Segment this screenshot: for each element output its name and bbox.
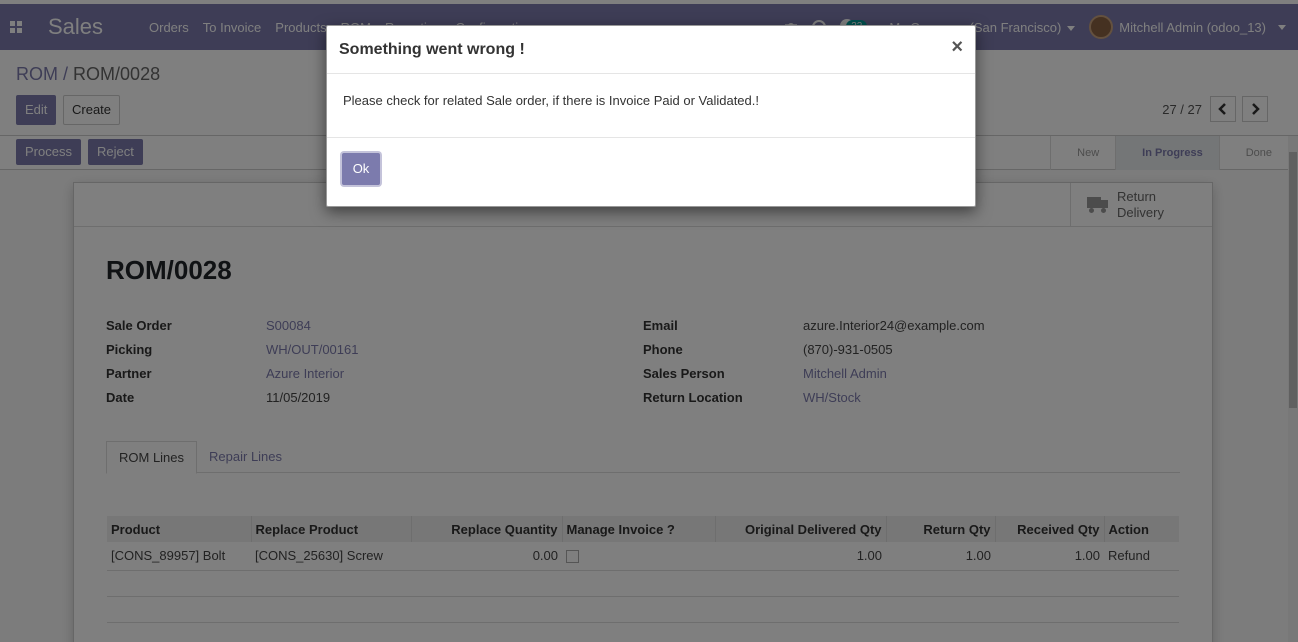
dialog-title: Something went wrong ! <box>339 41 525 58</box>
dialog-body: Please check for related Sale order, if … <box>327 74 975 138</box>
error-dialog: Something went wrong ! × Please check fo… <box>326 25 976 207</box>
dialog-message: Please check for related Sale order, if … <box>343 93 759 108</box>
dialog-footer: Ok <box>327 138 975 206</box>
close-icon[interactable]: × <box>951 37 963 57</box>
dialog-header: Something went wrong ! × <box>327 26 975 74</box>
ok-button[interactable]: Ok <box>342 153 380 185</box>
